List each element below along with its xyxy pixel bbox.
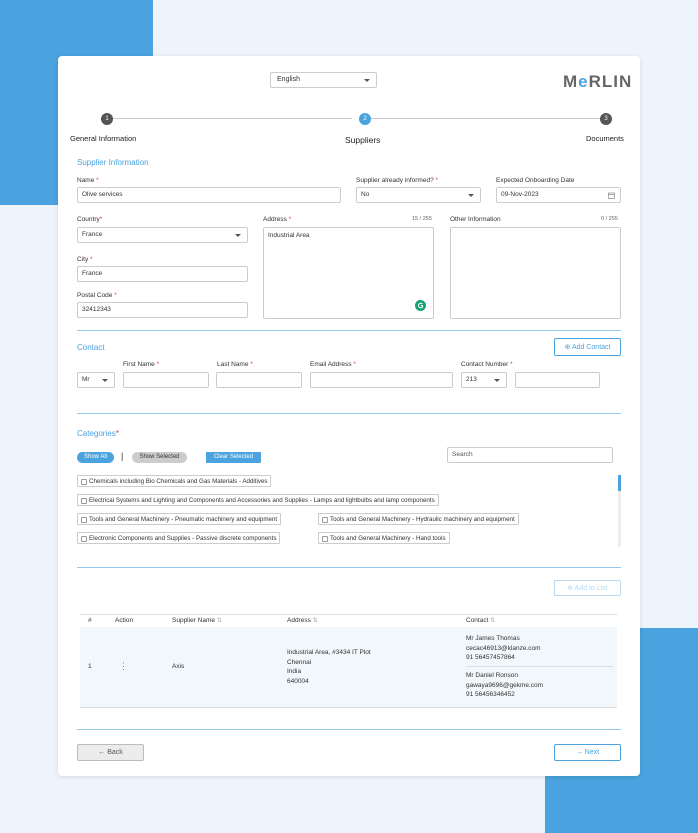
chevron-down-icon (494, 379, 500, 382)
plus-circle-icon: ⊕ (567, 585, 574, 592)
contact-divider (466, 666, 613, 667)
category-search-input[interactable]: Search (447, 447, 613, 463)
arrow-right-icon: → (575, 749, 583, 756)
plus-circle-icon: ⊕ (564, 344, 571, 351)
first-name-label: First Name * (123, 361, 160, 368)
checkbox[interactable] (322, 516, 328, 523)
first-name-input[interactable] (123, 372, 209, 388)
last-name-label: Last Name * (217, 361, 253, 368)
checkbox[interactable] (81, 497, 87, 504)
chevron-down-icon (364, 79, 370, 82)
row-supplier-name: Axis (172, 663, 185, 670)
categories-section-title: Categories* (77, 429, 119, 438)
calendar-icon[interactable] (608, 192, 615, 199)
sort-icon[interactable]: ⇅ (490, 618, 495, 624)
column-header-action: Action (115, 617, 134, 624)
postal-code-input[interactable]: 32412343 (77, 302, 248, 318)
next-button[interactable]: → Next (554, 744, 621, 761)
table-bottom-border (80, 707, 617, 708)
category-chip[interactable]: Tools and General Machinery - Pneumatic … (77, 513, 282, 525)
stepper-line-1 (108, 118, 352, 119)
show-selected-button[interactable]: Show Selected (132, 452, 187, 463)
country-label: Country* (77, 216, 103, 223)
contact-number-label: Contact Number * (461, 361, 513, 368)
name-input[interactable]: Olive services (77, 187, 341, 203)
name-label: Name * (77, 177, 99, 184)
column-header-address[interactable]: Address ⇅ (287, 617, 318, 624)
category-chip[interactable]: Chemicals including Bio Chemicals and Ga… (77, 475, 272, 487)
chevron-down-icon (468, 194, 474, 197)
last-name-input[interactable] (216, 372, 302, 388)
sort-icon[interactable]: ⇅ (217, 618, 222, 624)
city-label: City * (77, 256, 93, 263)
checkbox[interactable] (81, 516, 87, 523)
sort-icon[interactable]: ⇅ (313, 618, 318, 624)
category-scrollbar-thumb[interactable] (618, 475, 621, 491)
row-address: Industrial Area, #3434 IT Plot Chennai Ind… (287, 649, 371, 685)
address-textarea[interactable]: Industrial Area (263, 227, 434, 319)
chevron-down-icon (102, 379, 108, 382)
title-select[interactable]: Mr (77, 372, 115, 388)
postal-code-label: Postal Code * (77, 292, 117, 299)
form-card: English MeRLIN 1 2 3 General Information… (58, 56, 640, 776)
stepper-line-2 (371, 118, 601, 119)
category-chip[interactable]: Tools and General Machinery - Hydraulic … (318, 513, 519, 525)
checkbox[interactable] (81, 535, 87, 542)
column-header-supplier[interactable]: Supplier Name ⇅ (172, 617, 222, 624)
onboarding-date-input[interactable]: 09-Nov-2023 (496, 187, 621, 203)
column-header-num: # (88, 617, 92, 624)
row-contact-1: Mr James Thomas cecac46913@klanze.com 91 5… (466, 635, 541, 661)
step-1-label: General Information (70, 134, 137, 143)
language-value: English (277, 76, 300, 83)
column-header-contact[interactable]: Contact ⇅ (466, 617, 495, 624)
add-contact-button[interactable]: ⊕ Add Contact (554, 338, 621, 356)
other-information-textarea[interactable] (450, 227, 621, 319)
onboarding-date-label: Expected Onboarding Date (496, 177, 575, 184)
filter-divider: | (121, 451, 124, 461)
other-information-counter: 0 / 255 (601, 216, 618, 222)
row-contact-2: Mr Daniel Ronson gawaya9696@gekme.com 91 5… (466, 672, 544, 698)
contact-number-input[interactable] (515, 372, 600, 388)
step-2-label: Suppliers (345, 135, 381, 145)
arrow-left-icon: ← (98, 749, 106, 756)
step-2-circle[interactable]: 2 (359, 113, 371, 125)
row-number: 1 (88, 663, 92, 670)
checkbox[interactable] (322, 535, 328, 542)
divider (77, 413, 621, 414)
supplier-informed-select[interactable]: No (356, 187, 481, 203)
category-chip[interactable]: Tools and General Machinery - Hand tools (318, 532, 450, 544)
language-select[interactable]: English (270, 72, 377, 88)
other-information-label: Other Information (450, 216, 501, 223)
contact-section-title: Contact (77, 343, 105, 352)
grammar-assistant-icon[interactable] (415, 300, 426, 311)
supplier-section-title: Supplier Information (77, 158, 149, 167)
checkbox[interactable] (81, 478, 87, 485)
table-header-border (80, 614, 617, 615)
email-address-label: Email Address * (310, 361, 356, 368)
address-counter: 15 / 255 (412, 216, 432, 222)
supplier-informed-label: Supplier already informed? * (356, 177, 439, 184)
step-3-label: Documents (586, 134, 624, 143)
row-actions-icon[interactable]: ⋮ (119, 661, 128, 672)
divider (77, 567, 621, 568)
step-3-circle[interactable]: 3 (600, 113, 612, 125)
add-to-list-button[interactable]: ⊕ Add to List (554, 580, 621, 596)
country-code-select[interactable]: 213 (461, 372, 507, 388)
divider (77, 330, 621, 331)
show-all-button[interactable]: Show All (77, 452, 114, 463)
merlin-logo: MeRLIN (563, 72, 633, 91)
email-address-input[interactable] (310, 372, 453, 388)
clear-selected-button[interactable]: Clear Selected (206, 452, 261, 463)
divider (77, 729, 621, 730)
chevron-down-icon (235, 234, 241, 237)
address-label: Address * (263, 216, 292, 223)
back-button[interactable]: ← Back (77, 744, 144, 761)
country-select[interactable]: France (77, 227, 248, 243)
category-chip[interactable]: Electronic Components and Supplies - Pas… (77, 532, 281, 544)
category-chip[interactable]: Electrical Systems and Lighting and Comp… (77, 494, 439, 506)
city-input[interactable]: France (77, 266, 248, 282)
step-1-circle[interactable]: 1 (101, 113, 113, 125)
